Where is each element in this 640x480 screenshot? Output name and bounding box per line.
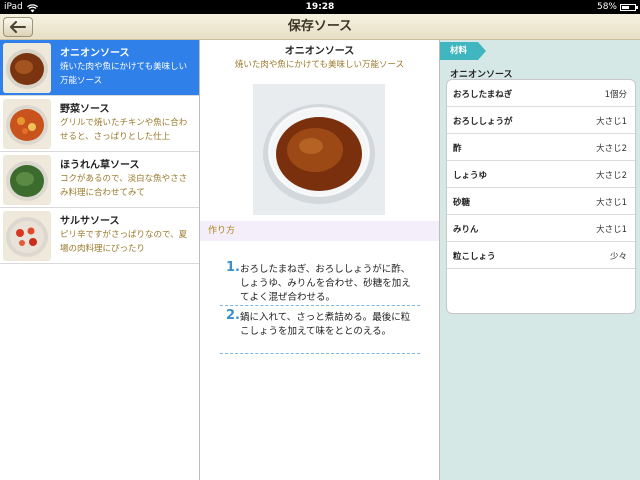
recipe-thumbnail: [3, 43, 51, 93]
ingredient-name: おろししょうが: [453, 117, 513, 127]
step-text: おろしたまねぎ、おろししょうがに酢、しょうゆ、みりんを合わせ、砂糖を加えてよく混…: [240, 264, 411, 303]
ingredient-qty: 大さじ1: [596, 198, 627, 208]
ingredient-row: おろししょうが 大さじ1: [447, 107, 635, 134]
step-item: 1. おろしたまねぎ、おろししょうがに酢、しょうゆ、みりんを合わせ、砂糖を加えて…: [220, 260, 420, 306]
ingredient-qty: 1個分: [604, 90, 627, 100]
ingredient-name: 粒こしょう: [453, 252, 496, 262]
recipe-description: ピリ辛ですがさっぱりなので、夏場の肉料理にぴったり: [60, 230, 188, 254]
recipe-detail: オニオンソース 焼いた肉や魚にかけても美味しい万能ソース 作り方 1. おろした…: [200, 40, 440, 480]
ingredient-name: 酢: [453, 144, 462, 154]
step-number: 1.: [226, 260, 240, 275]
recipe-item-onion-sauce[interactable]: オニオンソース 焼いた肉や魚にかけても美味しい万能ソース: [0, 40, 199, 96]
ingredient-row: おろしたまねぎ 1個分: [447, 80, 635, 107]
status-bar: iPad 19:28 58%: [0, 0, 640, 14]
ingredient-row: しょうゆ 大さじ2: [447, 161, 635, 188]
detail-subtitle: 焼いた肉や魚にかけても美味しい万能ソース: [234, 60, 405, 70]
detail-title: オニオンソース: [284, 46, 355, 57]
recipe-photo: [253, 84, 385, 215]
battery-group: 58%: [596, 0, 638, 14]
ingredient-name: 砂糖: [453, 198, 471, 208]
ingredient-row: 粒こしょう 少々: [447, 242, 635, 269]
app-root: iPad 19:28 58% 保存ソース オニオンソース 焼いた肉や魚にかけても…: [0, 0, 640, 480]
recipe-thumbnail: [3, 99, 51, 149]
ingredient-name: おろしたまねぎ: [453, 90, 513, 100]
recipe-name: オニオンソース: [60, 48, 130, 59]
step-item: 2. 鍋に入れて、さっと煮詰める。最後に粒こしょうを加えて味をととのえる。: [220, 308, 420, 354]
ingredient-row: 砂糖 大さじ1: [447, 188, 635, 215]
recipe-thumbnail: [3, 211, 51, 261]
battery-percent: 58%: [596, 2, 617, 12]
step-number: 2.: [226, 308, 240, 323]
battery-tip: [636, 5, 638, 9]
clock: 19:28: [305, 2, 335, 12]
navigation-bar: 保存ソース: [0, 14, 640, 40]
recipe-item-spinach-sauce[interactable]: ほうれん草ソース コクがあるので、淡白な魚やささみ料理に合わせてみて: [0, 152, 199, 208]
battery-icon: [620, 3, 638, 11]
ingredient-qty: 大さじ2: [596, 171, 627, 181]
recipe-description: グリルで焼いたチキンや魚に合わせると、さっぱりとした仕上: [60, 118, 188, 142]
ingredients-list: おろしたまねぎ 1個分 おろししょうが 大さじ1 酢 大さじ2 しょうゆ 大さじ…: [446, 79, 636, 314]
ingredient-row: 酢 大さじ2: [447, 134, 635, 161]
ingredient-name: みりん: [453, 225, 479, 235]
ingredient-qty: 大さじ2: [596, 144, 627, 154]
step-text: 鍋に入れて、さっと煮詰める。最後に粒こしょうを加えて味をととのえる。: [240, 312, 411, 337]
recipe-name: サルサソース: [60, 216, 120, 227]
recipe-description: 焼いた肉や魚にかけても美味しい万能ソース: [60, 62, 188, 86]
ingredient-name: しょうゆ: [453, 171, 488, 181]
recipe-item-vegetable-sauce[interactable]: 野菜ソース グリルで焼いたチキンや魚に合わせると、さっぱりとした仕上: [0, 96, 199, 152]
ingredients-tag: 材料: [440, 42, 486, 60]
recipe-name: ほうれん草ソース: [60, 160, 140, 171]
ingredient-qty: 大さじ1: [596, 117, 627, 127]
recipe-item-salsa-sauce[interactable]: サルサソース ピリ辛ですがさっぱりなので、夏場の肉料理にぴったり: [0, 208, 199, 264]
page-title: 保存ソース: [287, 19, 353, 34]
ingredient-row: みりん 大さじ1: [447, 215, 635, 242]
recipe-description: コクがあるので、淡白な魚やささみ料理に合わせてみて: [60, 174, 188, 198]
howto-header: 作り方: [200, 221, 439, 241]
ingredients-panel: 材料 オニオンソース おろしたまねぎ 1個分 おろししょうが 大さじ1 酢 大さ…: [440, 40, 640, 480]
ingredient-qty: 少々: [609, 252, 627, 262]
recipe-list: オニオンソース 焼いた肉や魚にかけても美味しい万能ソース 野菜ソース グリルで焼…: [0, 40, 200, 480]
ingredient-qty: 大さじ1: [596, 225, 627, 235]
recipe-thumbnail: [3, 155, 51, 205]
recipe-name: 野菜ソース: [60, 104, 110, 115]
battery-fill: [622, 5, 629, 9]
